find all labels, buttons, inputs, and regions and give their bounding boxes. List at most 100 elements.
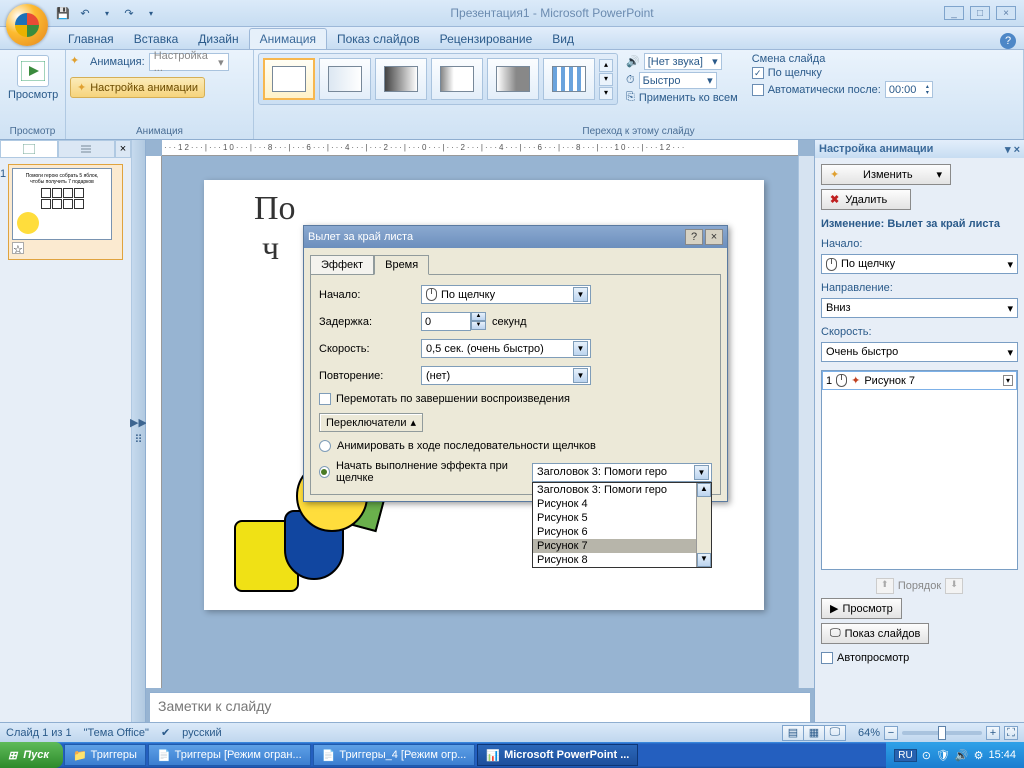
sorter-view-button[interactable]: ▦ xyxy=(803,725,825,741)
auto-after-time[interactable]: 00:00▴▾ xyxy=(885,81,933,98)
notes-pane[interactable]: Заметки к слайду xyxy=(150,692,810,722)
start-button[interactable]: ⊞Пуск xyxy=(0,742,63,768)
speed-combo[interactable]: Очень быстро▾ xyxy=(821,342,1018,362)
chevron-down-icon[interactable]: ▼ xyxy=(573,341,588,356)
dlg-radio-trigger[interactable] xyxy=(319,466,330,478)
apply-to-all-button[interactable]: ⎘Применить ко всем xyxy=(626,91,738,104)
transition-item[interactable] xyxy=(375,58,427,100)
help-icon[interactable]: ? xyxy=(1000,33,1016,49)
tab-animation[interactable]: Анимация xyxy=(249,28,327,49)
dialog-tab-timing[interactable]: Время xyxy=(374,255,429,275)
play-button[interactable]: ▶Просмотр xyxy=(821,598,902,619)
transition-none[interactable] xyxy=(263,58,315,100)
clock[interactable]: 15:44 xyxy=(988,749,1016,761)
dialog-titlebar[interactable]: Вылет за край листа ?× xyxy=(304,226,727,248)
slideshow-button[interactable]: 🖵Показ слайдов xyxy=(821,623,929,644)
remove-effect-button[interactable]: ✖ Удалить xyxy=(821,189,911,210)
transition-gallery-scroll[interactable]: ▴▾▾ xyxy=(599,59,613,100)
slideshow-view-button[interactable]: 🖵 xyxy=(824,725,846,741)
dlg-trigger-dropdown-list[interactable]: Заголовок 3: Помоги геро Рисунок 4 Рисун… xyxy=(532,482,712,568)
dropdown-scrollbar[interactable]: ▲▼ xyxy=(696,483,711,567)
tray-icon[interactable]: 🛡 xyxy=(936,749,950,762)
tab-view[interactable]: Вид xyxy=(542,29,584,49)
move-up-button[interactable]: ⬆ xyxy=(876,578,894,594)
pane-close-icon[interactable]: × xyxy=(1014,144,1020,156)
slide-thumbnail-1[interactable]: 1 Помоги герою собрать 5 яблок,чтобы пол… xyxy=(8,164,123,260)
auto-after-checkbox[interactable] xyxy=(752,84,764,96)
custom-animation-button[interactable]: ✦ Настройка анимации xyxy=(70,77,205,98)
vertical-scrollbar[interactable] xyxy=(798,156,814,688)
pane-menu-icon[interactable]: ▾ xyxy=(1005,144,1011,156)
tray-icon[interactable]: ⊙ xyxy=(922,749,931,762)
chevron-down-icon[interactable]: ▼ xyxy=(573,287,588,302)
preview-button[interactable]: Просмотр xyxy=(4,53,62,103)
dropdown-option[interactable]: Заголовок 3: Помоги геро xyxy=(533,483,711,497)
animate-combo[interactable]: Настройка ...▾ xyxy=(149,53,229,71)
dlg-rewind-checkbox[interactable] xyxy=(319,393,331,405)
language-indicator[interactable]: RU xyxy=(894,749,916,762)
tab-design[interactable]: Дизайн xyxy=(188,29,248,49)
dlg-speed-combo[interactable]: 0,5 сек. (очень быстро)▼ xyxy=(421,339,591,358)
maximize-button[interactable]: □ xyxy=(970,6,990,20)
spin-up-icon[interactable]: ▲ xyxy=(471,312,486,321)
change-effect-button[interactable]: ✦ Изменить▾ xyxy=(821,164,951,185)
minimize-button[interactable]: _ xyxy=(944,6,964,20)
zoom-slider[interactable] xyxy=(902,731,982,735)
panel-collapse-handle[interactable]: ▶▶ ⠿ xyxy=(132,140,146,722)
qat-undo-icon[interactable]: ↶ xyxy=(76,4,94,22)
zoom-percent[interactable]: 64% xyxy=(858,727,880,739)
start-combo[interactable]: По щелчку▾ xyxy=(821,254,1018,274)
outline-tab[interactable] xyxy=(58,140,116,158)
qat-save-icon[interactable]: 💾 xyxy=(54,4,72,22)
anim-item-menu[interactable]: ▾ xyxy=(1003,375,1013,386)
dlg-delay-spinner[interactable]: ▲▼ xyxy=(421,312,486,331)
qat-undo-more-icon[interactable]: ▾ xyxy=(98,4,116,22)
dlg-radio-sequence[interactable] xyxy=(319,440,331,452)
office-button[interactable] xyxy=(6,4,48,46)
transition-speed-combo[interactable]: Быстро▾ xyxy=(639,72,717,89)
autopreview-checkbox[interactable] xyxy=(821,652,833,664)
transition-gallery[interactable]: ▴▾▾ xyxy=(258,53,618,105)
tab-home[interactable]: Главная xyxy=(58,29,124,49)
close-button[interactable]: × xyxy=(996,6,1016,20)
dlg-delay-input[interactable] xyxy=(421,312,471,331)
zoom-out-button[interactable]: − xyxy=(884,726,898,740)
close-panel-button[interactable]: × xyxy=(115,140,131,158)
taskbar-item-powerpoint[interactable]: 📊Microsoft PowerPoint ... xyxy=(477,744,638,766)
slides-tab[interactable] xyxy=(0,140,58,158)
dialog-tab-effect[interactable]: Эффект xyxy=(310,255,374,275)
transition-item[interactable] xyxy=(487,58,539,100)
dlg-triggers-button[interactable]: Переключатели▴ xyxy=(319,413,423,432)
dropdown-option[interactable]: Рисунок 8 xyxy=(533,553,711,567)
fit-window-button[interactable]: ⛶ xyxy=(1004,726,1018,740)
dropdown-option[interactable]: Рисунок 7 xyxy=(533,539,711,553)
taskbar-item-word2[interactable]: 📄Триггеры_4 [Режим огр... xyxy=(313,744,476,766)
spin-down-icon[interactable]: ▼ xyxy=(471,321,486,330)
taskbar-item-folder[interactable]: 📁Триггеры xyxy=(64,744,146,766)
transition-item[interactable] xyxy=(543,58,595,100)
dlg-trigger-combo[interactable]: Заголовок 3: Помоги геро ▼ xyxy=(532,463,712,482)
animation-list[interactable]: 1 ✦ Рисунок 7 ▾ xyxy=(821,370,1018,570)
qat-redo-icon[interactable]: ↷ xyxy=(120,4,138,22)
status-language[interactable]: русский xyxy=(182,727,221,739)
qat-customize-icon[interactable]: ▾ xyxy=(142,4,160,22)
tray-icon[interactable]: 🔊 xyxy=(955,749,969,762)
zoom-in-button[interactable]: + xyxy=(986,726,1000,740)
dropdown-option[interactable]: Рисунок 5 xyxy=(533,511,711,525)
tab-review[interactable]: Рецензирование xyxy=(430,29,543,49)
dropdown-option[interactable]: Рисунок 6 xyxy=(533,525,711,539)
spellcheck-icon[interactable]: ✔ xyxy=(161,726,170,739)
chevron-down-icon[interactable]: ▼ xyxy=(573,368,588,383)
dialog-help-button[interactable]: ? xyxy=(685,229,703,245)
animation-item[interactable]: 1 ✦ Рисунок 7 ▾ xyxy=(822,371,1017,390)
tab-insert[interactable]: Вставка xyxy=(124,29,189,49)
dlg-start-combo[interactable]: По щелчку ▼ xyxy=(421,285,591,304)
dialog-close-button[interactable]: × xyxy=(705,229,723,245)
move-down-button[interactable]: ⬇ xyxy=(945,578,963,594)
taskbar-item-word1[interactable]: 📄Триггеры [Режим огран... xyxy=(148,744,311,766)
tray-icon[interactable]: ⚙ xyxy=(974,749,984,762)
dropdown-option[interactable]: Рисунок 4 xyxy=(533,497,711,511)
direction-combo[interactable]: Вниз▾ xyxy=(821,298,1018,318)
normal-view-button[interactable]: ▤ xyxy=(782,725,804,741)
transition-item[interactable] xyxy=(431,58,483,100)
